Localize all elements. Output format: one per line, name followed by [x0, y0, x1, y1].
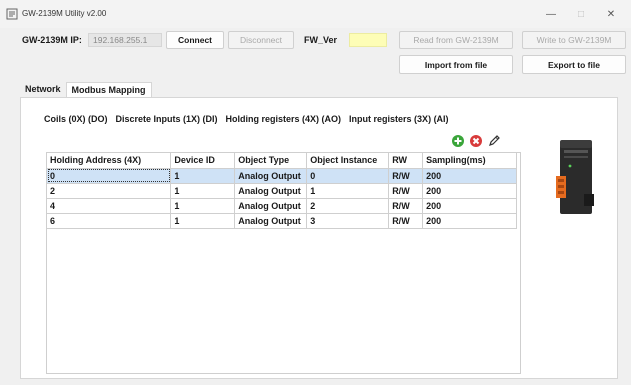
connection-bar: GW-2139M IP: 192.168.255.1 Connect Disco…: [0, 30, 631, 52]
edit-pencil-icon[interactable]: [487, 134, 501, 148]
cell-sampling[interactable]: 200: [422, 168, 517, 184]
cell-rw[interactable]: R/W: [388, 198, 424, 214]
cell-sampling[interactable]: 200: [422, 183, 517, 199]
connect-button[interactable]: Connect: [166, 31, 224, 49]
column-header-rw[interactable]: RW: [388, 153, 424, 169]
title-bar: GW-2139M Utility v2.00 — □ ✕: [0, 0, 631, 28]
table-row[interactable]: 0 1 Analog Output 0 R/W 200: [47, 168, 517, 184]
holding-registers-grid: Holding Address (4X) Device ID Object Ty…: [46, 152, 521, 374]
cell-object-type[interactable]: Analog Output: [234, 198, 308, 214]
cell-holding-address[interactable]: 6: [47, 213, 172, 229]
column-header-device-id[interactable]: Device ID: [170, 153, 236, 169]
column-header-object-instance[interactable]: Object Instance: [306, 153, 390, 169]
cell-object-instance[interactable]: 1: [306, 183, 390, 199]
table-header-row: Holding Address (4X) Device ID Object Ty…: [47, 153, 517, 169]
table-row[interactable]: 6 1 Analog Output 3 R/W 200: [47, 213, 517, 229]
fw-version-label: FW_Ver: [304, 35, 338, 45]
ip-address-field[interactable]: 192.168.255.1: [88, 33, 162, 47]
cell-device-id[interactable]: 1: [170, 183, 236, 199]
close-button[interactable]: ✕: [600, 5, 622, 23]
cell-object-instance[interactable]: 2: [306, 198, 390, 214]
fw-version-field: [349, 33, 387, 47]
delete-circle-icon[interactable]: [469, 134, 483, 148]
device-image: [556, 140, 594, 214]
write-to-device-button[interactable]: Write to GW-2139M: [522, 31, 626, 49]
registers-table: Holding Address (4X) Device ID Object Ty…: [47, 153, 517, 229]
cell-device-id[interactable]: 1: [170, 213, 236, 229]
maximize-button[interactable]: □: [570, 5, 592, 23]
column-header-object-type[interactable]: Object Type: [234, 153, 308, 169]
tab-modbus-mapping[interactable]: Modbus Mapping: [65, 82, 152, 98]
import-file-button[interactable]: Import from file: [399, 55, 513, 74]
cell-holding-address[interactable]: 2: [47, 183, 172, 199]
tab-holding-registers[interactable]: Holding registers (4X) (AO): [222, 112, 345, 126]
disconnect-button[interactable]: Disconnect: [228, 31, 294, 49]
column-header-holding-address[interactable]: Holding Address (4X): [47, 153, 172, 169]
register-type-tabs: Coils (0X) (DO) Discrete Inputs (1X) (DI…: [41, 112, 454, 126]
tab-discrete-inputs[interactable]: Discrete Inputs (1X) (DI): [113, 112, 221, 126]
cell-sampling[interactable]: 200: [422, 198, 517, 214]
minimize-button[interactable]: —: [540, 5, 562, 23]
app-icon: [6, 8, 18, 20]
window-title: GW-2139M Utility v2.00: [22, 9, 107, 18]
tab-coils[interactable]: Coils (0X) (DO): [41, 112, 111, 126]
grid-toolbar: [451, 134, 501, 148]
add-circle-icon[interactable]: [451, 134, 465, 148]
export-file-button[interactable]: Export to file: [522, 55, 626, 74]
ip-label: GW-2139M IP:: [22, 35, 82, 45]
cell-object-instance[interactable]: 0: [306, 168, 390, 184]
tab-input-registers[interactable]: Input registers (3X) (AI): [346, 112, 452, 126]
cell-holding-address[interactable]: 4: [47, 198, 172, 214]
cell-rw[interactable]: R/W: [388, 213, 424, 229]
table-row[interactable]: 2 1 Analog Output 1 R/W 200: [47, 183, 517, 199]
read-from-device-button[interactable]: Read from GW-2139M: [399, 31, 513, 49]
cell-device-id[interactable]: 1: [170, 168, 236, 184]
table-row[interactable]: 4 1 Analog Output 2 R/W 200: [47, 198, 517, 214]
cell-device-id[interactable]: 1: [170, 198, 236, 214]
tab-network[interactable]: Network: [20, 82, 66, 98]
main-tabs: Network Modbus Mapping: [20, 82, 152, 98]
cell-holding-address[interactable]: 0: [47, 168, 172, 184]
cell-object-type[interactable]: Analog Output: [234, 213, 308, 229]
cell-rw[interactable]: R/W: [388, 168, 424, 184]
cell-object-type[interactable]: Analog Output: [234, 183, 308, 199]
column-header-sampling[interactable]: Sampling(ms): [422, 153, 517, 169]
modbus-mapping-panel: Coils (0X) (DO) Discrete Inputs (1X) (DI…: [20, 97, 618, 379]
cell-object-instance[interactable]: 3: [306, 213, 390, 229]
cell-sampling[interactable]: 200: [422, 213, 517, 229]
cell-object-type[interactable]: Analog Output: [234, 168, 308, 184]
cell-rw[interactable]: R/W: [388, 183, 424, 199]
